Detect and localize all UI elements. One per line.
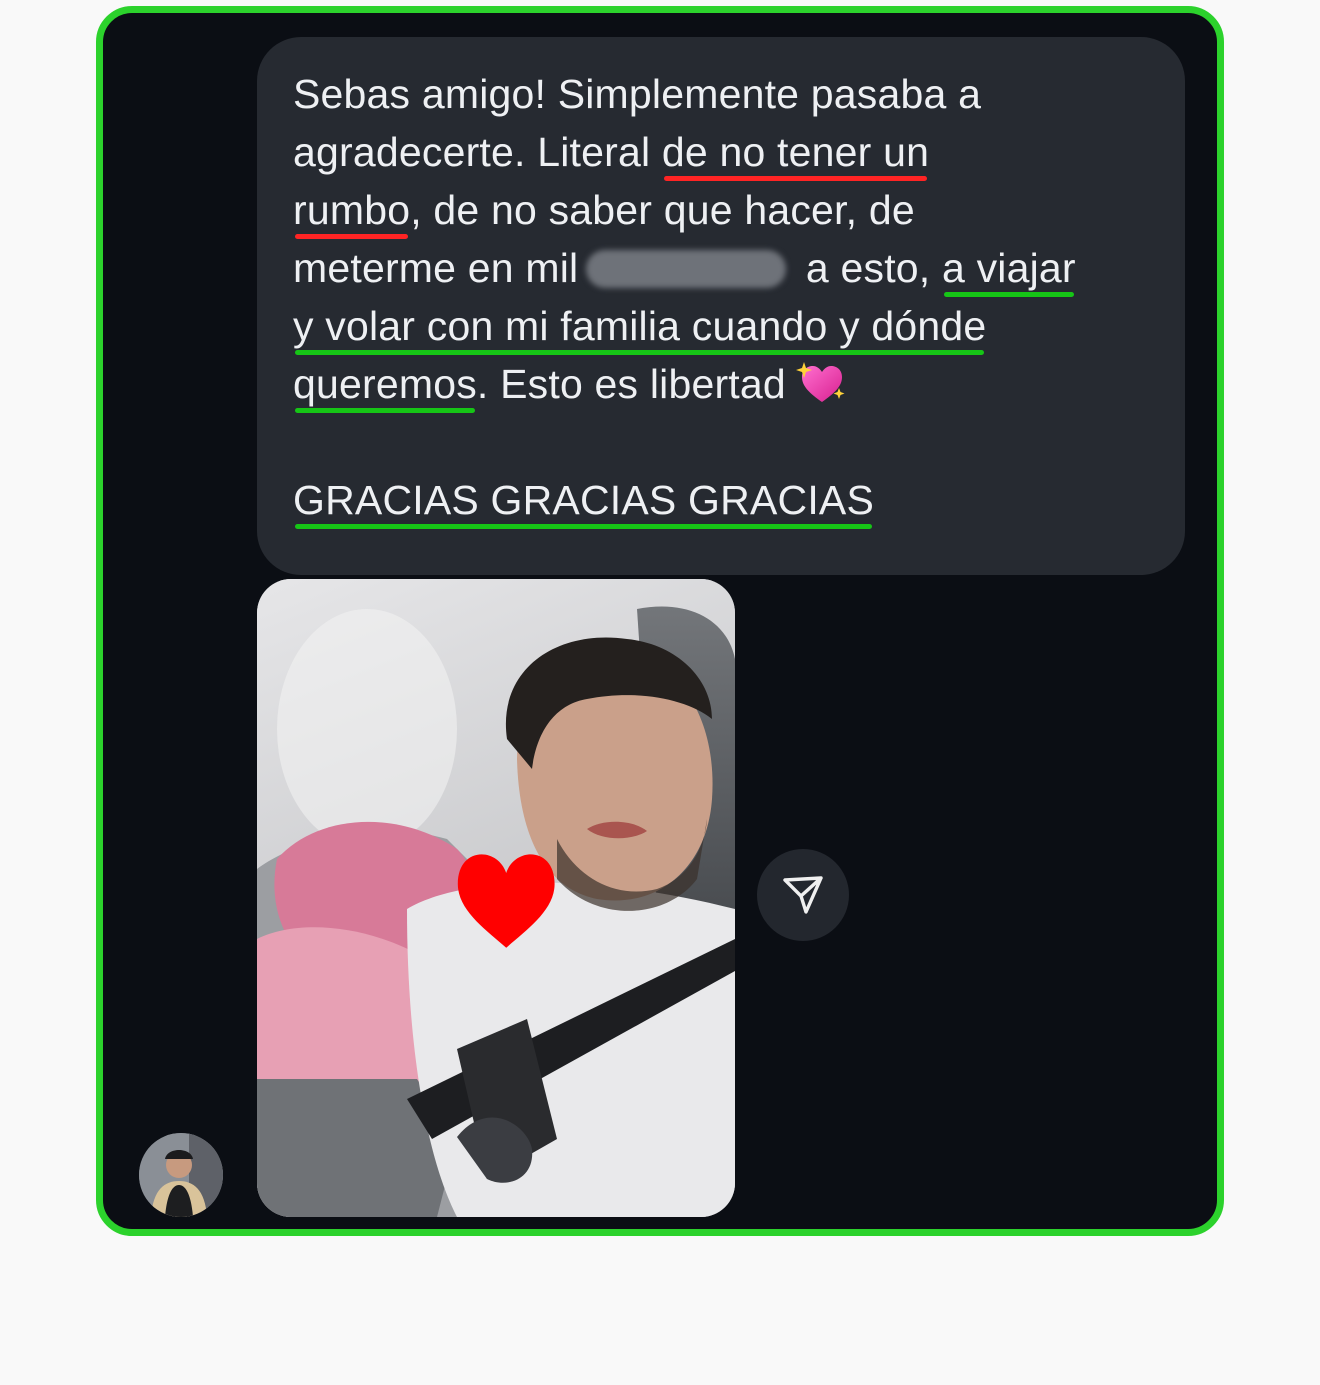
sparkling-heart-icon <box>795 360 846 406</box>
avatar[interactable] <box>139 1133 223 1217</box>
send-icon <box>783 876 823 914</box>
message-line-1: Sebas amigo! Simplemente pasaba a <box>293 65 1173 123</box>
text-segment: . Esto es libertad <box>476 361 786 407</box>
message-line-3: rumbo, de no saber que hacer, de <box>293 181 1173 239</box>
photo-content <box>257 579 735 1217</box>
message-line-2: agradecerte. Literal de no tener un <box>293 123 1173 181</box>
message-line-closing: GRACIAS GRACIAS GRACIAS <box>293 471 1173 529</box>
message-line-6: queremos. Esto es libertad <box>293 355 1173 413</box>
text-segment: a esto, <box>794 245 942 291</box>
highlight-red-no-rumbo-2: rumbo <box>293 181 410 239</box>
highlight-green-gracias: GRACIAS GRACIAS GRACIAS <box>293 471 874 529</box>
text-segment: , de no saber que hacer, de <box>410 187 915 233</box>
message-text: Sebas amigo! Simplemente pasaba a agrade… <box>293 65 1173 529</box>
text-segment: agradecerte. Literal <box>293 129 662 175</box>
blurred-word <box>586 250 787 288</box>
highlight-green-viajar: a viajar <box>942 239 1076 297</box>
chat-frame: Sebas amigo! Simplemente pasaba a agrade… <box>96 6 1224 1236</box>
message-line-4: meterme en mil a esto, a viajar <box>293 239 1173 297</box>
share-button[interactable] <box>757 849 849 941</box>
highlight-green-queremos: queremos <box>293 355 477 413</box>
text-segment: meterme en mil <box>293 245 579 291</box>
message-line-5: y volar con mi familia cuando y dónde <box>293 297 1173 355</box>
photo-attachment[interactable] <box>257 579 735 1217</box>
message-bubble[interactable]: Sebas amigo! Simplemente pasaba a agrade… <box>257 37 1185 575</box>
text-segment: Sebas amigo! Simplemente pasaba a <box>293 71 982 117</box>
avatar-image <box>139 1133 223 1217</box>
highlight-green-volar: y volar con mi familia cuando y dónde <box>293 297 986 355</box>
highlight-red-no-rumbo-1: de no tener un <box>662 123 929 181</box>
